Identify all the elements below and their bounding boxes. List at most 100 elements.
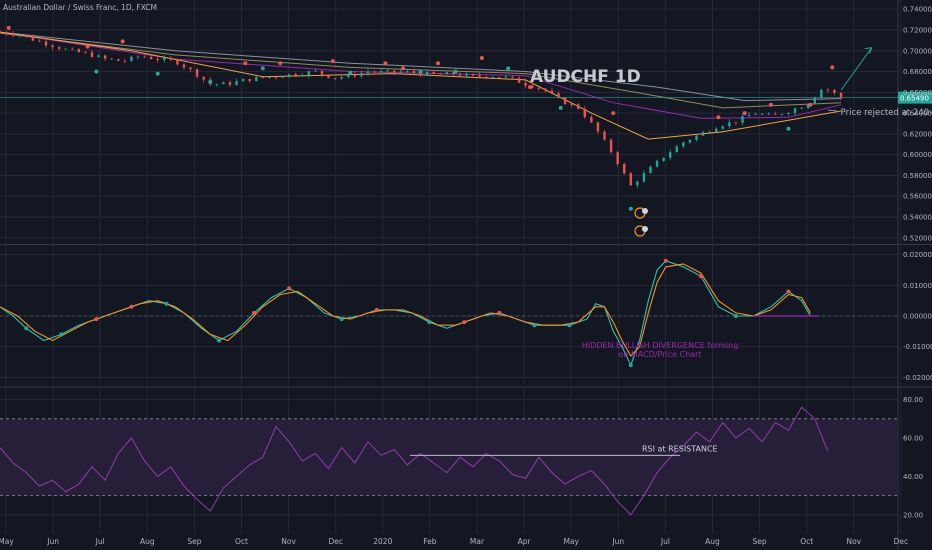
candle-body [360, 73, 363, 77]
candle-body [340, 76, 343, 79]
candle-body [71, 48, 74, 50]
candle-body [682, 142, 685, 147]
y-tick-label: 80.00 [903, 396, 923, 404]
sell-signal-dot [85, 44, 90, 49]
candle-body [347, 74, 350, 77]
candle-body [268, 77, 271, 78]
trading-chart[interactable]: 0.65490AUDCHF 1DPrice rejected at 240-LM… [0, 0, 932, 550]
candle-body [103, 55, 107, 59]
macd-buy-cross [567, 323, 572, 328]
candle-body [393, 70, 396, 73]
candle-body [373, 71, 376, 73]
y-tick-label: 0.58000 [903, 172, 932, 180]
y-tick-label: -0.01000 [903, 343, 932, 351]
candle-body [465, 73, 468, 76]
candle-body [57, 47, 61, 49]
candle-body [320, 70, 324, 75]
candle-body [504, 76, 508, 78]
sell-signal-dot [243, 61, 248, 66]
macd-sell-cross [252, 310, 257, 315]
candle-body [767, 113, 770, 115]
candle-body [623, 164, 626, 174]
candle-body [485, 76, 488, 78]
candle-body [688, 139, 692, 143]
candle-body [833, 89, 836, 93]
candle-body [432, 71, 435, 74]
candle-body [590, 117, 593, 123]
buy-signal-dot [155, 71, 160, 76]
macd-sell-cross [94, 317, 99, 322]
candle-body [577, 104, 580, 109]
candle-body [327, 74, 330, 78]
candle-body [44, 41, 48, 46]
candle-body [649, 166, 652, 174]
candle-body [537, 87, 540, 89]
candle-body [110, 58, 113, 60]
chart-title: Australian Dollar / Swiss Franc, 1D, FXC… [3, 3, 158, 12]
buy-signal-dot [94, 69, 99, 74]
candle-body [117, 59, 120, 61]
candle-body [524, 82, 527, 86]
macd-buy-cross [427, 320, 432, 325]
candle-body [728, 122, 731, 127]
buy-signal-dot [418, 69, 423, 74]
y-tick-label: 0.66000 [903, 89, 932, 97]
candle-body [603, 131, 606, 140]
candle-body [189, 67, 192, 70]
rsi-band [0, 418, 898, 496]
x-tick-label: Oct [800, 537, 813, 546]
sell-signal-dot [401, 66, 406, 71]
macd-sell-cross [786, 289, 791, 294]
candle-body [366, 71, 370, 74]
x-tick-label: May [0, 537, 14, 546]
candle-body [445, 72, 449, 75]
candle-body [123, 60, 127, 62]
candle-body [478, 75, 481, 77]
candle-body [517, 77, 521, 83]
macd-sell-cross [663, 258, 668, 263]
y-tick-label: 0.52000 [903, 234, 932, 242]
sell-signal-dot [479, 56, 484, 61]
x-tick-label: Nov [281, 537, 296, 546]
candle-body [715, 128, 718, 132]
y-tick-label: 0.72000 [903, 26, 932, 34]
candle-body [793, 108, 797, 113]
candle-body [406, 71, 409, 72]
macd-buy-cross [217, 338, 222, 343]
candle-body [255, 77, 258, 82]
macd-sell-cross [374, 307, 379, 312]
macd-sell-cross [287, 286, 292, 291]
y-tick-label: 0.00000 [903, 313, 932, 321]
y-tick-label: -0.02000 [903, 374, 932, 382]
buy-signal-dot [558, 105, 563, 110]
buy-signal-dot [348, 70, 353, 75]
x-tick-label: 2020 [373, 537, 392, 546]
x-tick-label: Sep [753, 537, 767, 546]
candle-body [274, 77, 278, 78]
candle-body [563, 97, 567, 105]
macd-buy-cross [164, 301, 169, 306]
event-marker-dot [642, 226, 648, 232]
x-tick-label: Oct [235, 537, 248, 546]
sell-signal-dot [768, 102, 773, 107]
candle-body [695, 135, 698, 140]
candle-body [195, 69, 199, 77]
candle-body [241, 79, 245, 82]
candle-body [550, 90, 554, 94]
sell-signal-dot [6, 25, 11, 30]
candle-body [222, 82, 225, 85]
candle-body [498, 76, 501, 78]
macd-buy-cross [532, 323, 537, 328]
candle-body [609, 139, 613, 153]
chart-symbol-title: AUDCHF 1D [530, 67, 641, 87]
candle-body [38, 40, 41, 42]
buy-signal-dot [628, 206, 633, 211]
candle-body [281, 76, 284, 78]
macd-annotation-line: on MACD/Price Chart [618, 350, 701, 359]
candle-body [491, 76, 495, 78]
sell-signal-dot [330, 59, 335, 64]
candle-body [662, 157, 665, 161]
candle-body [511, 76, 514, 78]
candle-body [248, 79, 251, 82]
sell-signal-dot [278, 61, 283, 66]
